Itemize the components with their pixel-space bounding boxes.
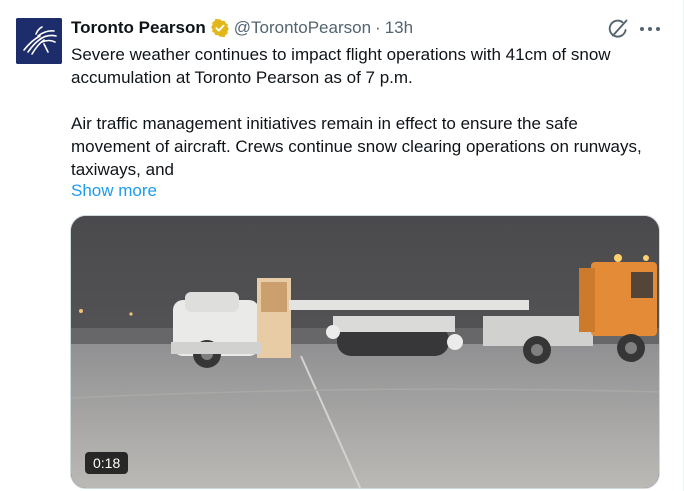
toronto-pearson-logo-icon — [16, 18, 62, 64]
timestamp[interactable]: 13h — [385, 18, 413, 38]
video-duration: 0:18 — [85, 452, 129, 474]
more-options-icon[interactable] — [640, 20, 660, 38]
tweet[interactable]: Toronto Pearson @TorontoPearson · 13h Se… — [0, 0, 684, 491]
show-more-link[interactable]: Show more — [71, 179, 157, 202]
display-name[interactable]: Toronto Pearson — [71, 18, 206, 38]
video-frame — [71, 216, 659, 488]
tweet-paragraph-1: Severe weather continues to impact fligh… — [71, 45, 611, 87]
video-player[interactable]: 0:18 — [70, 215, 660, 489]
user-handle[interactable]: @TorontoPearson — [234, 18, 371, 38]
tweet-paragraph-2: Air traffic management initiatives remai… — [71, 114, 642, 179]
grok-icon[interactable] — [607, 18, 629, 40]
tweet-header: Toronto Pearson @TorontoPearson · 13h — [71, 16, 413, 40]
tweet-text: Severe weather continues to impact fligh… — [71, 43, 661, 181]
verified-badge-icon[interactable] — [210, 18, 230, 38]
avatar[interactable] — [16, 18, 62, 64]
separator-dot: · — [375, 18, 381, 37]
